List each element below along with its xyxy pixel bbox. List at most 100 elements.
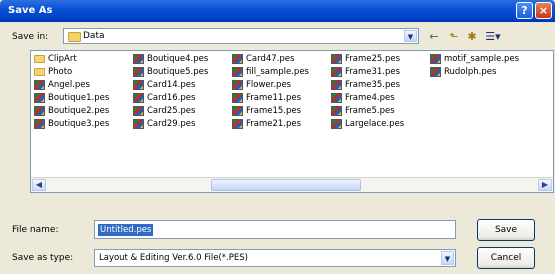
file-name-label: File name: [12,225,59,235]
file-item-label: Frame35.pes [345,80,401,90]
folder-icon [34,55,45,63]
save-in-label: Save in: [12,32,49,42]
views-menu-icon[interactable]: ☰▾ [483,30,503,44]
pes-file-icon [331,54,342,64]
pes-file-icon [331,93,342,103]
pes-file-icon [331,67,342,77]
file-item[interactable]: Frame25.pes [330,53,400,65]
new-folder-icon[interactable]: ✱ [465,30,479,44]
file-name-field[interactable]: Untitled.pes [94,220,456,239]
chevron-down-icon[interactable]: ▼ [441,251,454,265]
file-item[interactable]: Card16.pes [132,92,195,104]
file-item[interactable]: Frame15.pes [231,105,301,117]
file-item-label: Frame25.pes [345,54,401,64]
save-button[interactable]: Save [477,219,535,241]
file-item-label: Angel.pes [48,80,90,90]
pes-file-icon [34,106,45,116]
window-title: Save As [8,5,53,16]
help-button[interactable]: ? [516,2,533,19]
folder-icon [68,32,81,42]
file-item-label: Boutique1.pes [48,93,110,103]
file-list[interactable]: ClipArt Photo Angel.pes Boutique1.pes Boutiq… [30,50,554,193]
folder-item[interactable]: Photo [33,66,72,78]
file-item[interactable]: Card47.pes [231,53,294,65]
file-item[interactable]: Frame21.pes [231,118,301,130]
file-item-label: Frame11.pes [246,93,302,103]
pes-file-icon [430,67,441,77]
file-item-label: Frame4.pes [345,93,395,103]
save-in-dropdown[interactable]: Data ▼ [63,28,419,44]
save-as-type-value: Layout & Editing Ver.6.0 File(*.PES) [99,253,248,263]
file-item[interactable]: motif_sample.pes [429,53,519,65]
pes-file-icon [133,67,144,77]
pes-file-icon [232,93,243,103]
pes-file-icon [34,119,45,129]
title-bar[interactable]: Save As ? × [0,0,555,22]
pes-file-icon [232,119,243,129]
file-item-label: ClipArt [48,54,77,64]
file-item-label: Boutique5.pes [147,67,209,77]
file-item[interactable]: Frame31.pes [330,66,400,78]
save-in-value: Data [83,31,105,41]
file-item[interactable]: fill_sample.pes [231,66,309,78]
file-item-label: Photo [48,67,73,77]
pes-file-icon [232,54,243,64]
file-name-value: Untitled.pes [98,224,154,236]
scrollbar-thumb[interactable] [211,179,361,191]
save-as-type-label: Save as type: [12,253,74,263]
save-as-type-dropdown[interactable]: Layout & Editing Ver.6.0 File(*.PES) ▼ [94,249,456,267]
file-item[interactable]: Frame11.pes [231,92,301,104]
folder-item[interactable]: ClipArt [33,53,77,65]
pes-file-icon [133,80,144,90]
scroll-left-icon[interactable]: ◀ [32,179,46,191]
file-item-label: Boutique4.pes [147,54,209,64]
cancel-button[interactable]: Cancel [477,247,535,269]
file-item[interactable]: Frame4.pes [330,92,395,104]
pes-file-icon [133,106,144,116]
file-item[interactable]: Frame35.pes [330,79,400,91]
back-arrow-icon[interactable]: ← [427,30,441,44]
file-item[interactable]: Boutique5.pes [132,66,208,78]
file-item[interactable]: Card25.pes [132,105,195,117]
file-item-label: Frame5.pes [345,106,395,116]
file-item[interactable]: Boutique3.pes [33,118,109,130]
file-item[interactable]: Flower.pes [231,79,291,91]
file-item-label: Card25.pes [147,106,196,116]
file-item-label: Boutique2.pes [48,106,110,116]
chevron-down-icon[interactable]: ▼ [404,30,417,42]
file-item[interactable]: Largelace.pes [330,118,404,130]
file-item-label: Card47.pes [246,54,295,64]
file-item-label: Frame21.pes [246,119,302,129]
pes-file-icon [34,93,45,103]
file-item-label: Rudolph.pes [444,67,497,77]
file-item-label: Frame15.pes [246,106,302,116]
up-folder-icon[interactable]: ⬑ [447,30,461,44]
file-item[interactable]: Card29.pes [132,118,195,130]
file-item-label: Largelace.pes [345,119,405,129]
pes-file-icon [232,106,243,116]
file-item[interactable]: Boutique2.pes [33,105,109,117]
pes-file-icon [34,80,45,90]
file-item-label: Card14.pes [147,80,196,90]
file-item-label: Frame31.pes [345,67,401,77]
file-item[interactable]: Angel.pes [33,79,90,91]
file-item[interactable]: Boutique1.pes [33,92,109,104]
file-item[interactable]: Boutique4.pes [132,53,208,65]
file-item-label: Flower.pes [246,80,292,90]
file-item-label: fill_sample.pes [246,67,309,77]
pes-file-icon [232,80,243,90]
file-item-label: Boutique3.pes [48,119,110,129]
save-as-dialog: Save As ? × Save in: Data ▼ ← ⬑ ✱ ☰▾ Cli… [0,0,555,274]
folder-icon [34,68,45,76]
file-item[interactable]: Frame5.pes [330,105,395,117]
scroll-right-icon[interactable]: ▶ [538,179,552,191]
file-item-label: Card29.pes [147,119,196,129]
close-button[interactable]: × [535,2,552,19]
file-item[interactable]: Rudolph.pes [429,66,496,78]
file-item-label: motif_sample.pes [444,54,520,64]
pes-file-icon [331,119,342,129]
horizontal-scrollbar[interactable]: ◀ ▶ [31,177,553,192]
pes-file-icon [331,106,342,116]
file-item[interactable]: Card14.pes [132,79,195,91]
pes-file-icon [331,80,342,90]
